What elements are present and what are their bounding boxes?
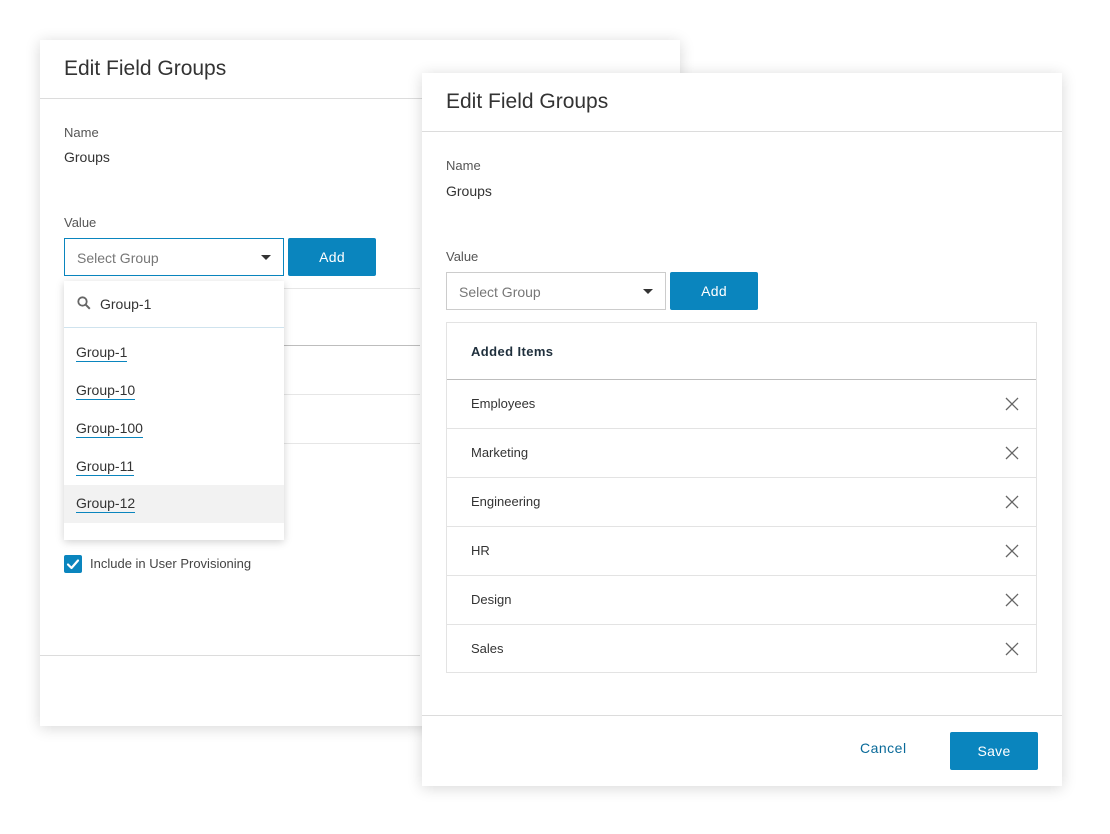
item-name: Design [471,592,512,607]
table-divider [284,394,420,395]
item-name: Employees [471,396,536,411]
close-icon[interactable] [1005,593,1019,607]
footer-divider [422,715,1062,716]
name-label: Name [64,125,99,140]
option-label: Group-1 [76,344,128,362]
chevron-down-icon [261,255,271,260]
option-label: Group-11 [76,458,135,476]
name-value: Groups [64,149,110,165]
dropdown-option[interactable]: Group-100 [64,410,284,448]
name-value: Groups [446,183,492,199]
select-placeholder: Select Group [459,284,541,300]
name-label: Name [446,158,481,173]
search-input[interactable]: Group-1 [100,296,151,312]
table-header-label: Added Items [471,344,554,359]
select-placeholder: Select Group [77,250,159,266]
group-dropdown-menu: Group-1 Group-1 Group-10 Group-100 Group… [64,281,284,540]
option-label: Group-10 [76,382,136,400]
dialog-title: Edit Field Groups [446,90,609,113]
table-row: Engineering [447,478,1036,527]
dropdown-search[interactable]: Group-1 [64,281,284,328]
item-name: Marketing [471,445,529,460]
edit-field-groups-dialog: Edit Field Groups Name Groups Value Sele… [422,73,1062,786]
value-label: Value [446,249,479,264]
chevron-down-icon [643,289,653,294]
dropdown-option[interactable]: Group-11 [64,448,284,486]
close-icon[interactable] [1005,495,1019,509]
table-header: Added Items [447,323,1036,380]
added-items-table: Added Items Employees Marketing Engineer… [446,322,1037,673]
check-icon [66,559,80,570]
close-icon[interactable] [1005,446,1019,460]
footer-divider [40,655,420,656]
provisioning-checkbox[interactable] [64,555,82,573]
cancel-button[interactable]: Cancel [860,740,907,756]
header-divider [422,131,1062,132]
save-button[interactable]: Save [950,732,1038,770]
table-divider [284,288,420,289]
group-select[interactable]: Select Group [64,238,284,276]
close-icon[interactable] [1005,642,1019,656]
table-row: Sales [447,625,1036,673]
option-label: Group-100 [76,420,143,438]
item-name: Sales [471,641,504,656]
dropdown-option[interactable]: Group-1 [64,334,284,372]
table-row: Design [447,576,1036,625]
dialog-title: Edit Field Groups [64,57,227,80]
close-icon[interactable] [1005,544,1019,558]
table-divider [284,345,420,346]
dropdown-option-highlighted[interactable]: Group-12 [64,485,284,523]
add-button[interactable]: Add [670,272,758,310]
table-divider [284,443,420,444]
close-icon[interactable] [1005,397,1019,411]
value-label: Value [64,215,97,230]
item-name: HR [471,543,490,558]
dropdown-option[interactable]: Group-10 [64,372,284,410]
table-row: Employees [447,380,1036,429]
option-label: Group-12 [76,495,136,513]
provisioning-checkbox-label: Include in User Provisioning [90,556,252,571]
search-icon [77,296,91,310]
add-button[interactable]: Add [288,238,376,276]
item-name: Engineering [471,494,541,509]
table-row: Marketing [447,429,1036,478]
group-select[interactable]: Select Group [446,272,666,310]
table-row: HR [447,527,1036,576]
